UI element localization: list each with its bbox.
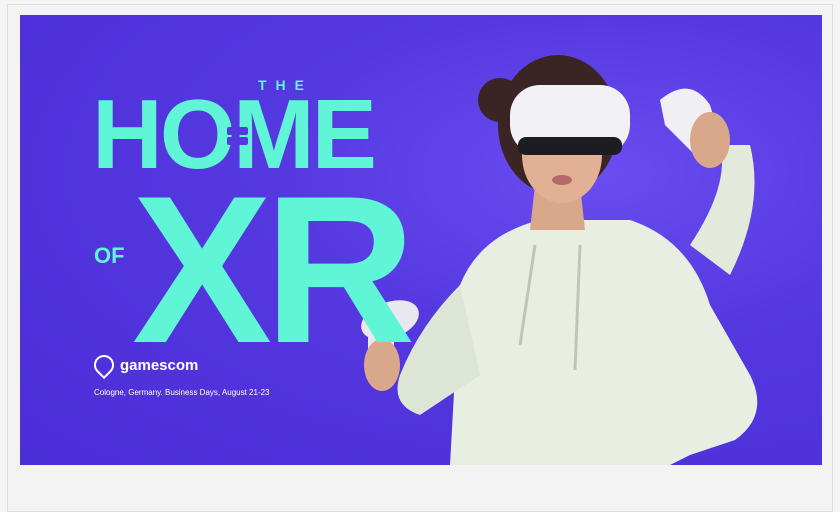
headline-xr: XR <box>132 152 416 387</box>
logo-text: gamescom <box>120 356 199 374</box>
window-icon <box>227 127 248 145</box>
promo-banner: THE HOME OF XR gamescom Cologne, Germany… <box>20 15 822 465</box>
gamescom-logo: gamescom <box>89 350 199 380</box>
event-tagline: Cologne, Germany. Business Days, August … <box>94 388 270 397</box>
gamescom-logo-icon <box>89 350 119 380</box>
headline-of: OF <box>94 243 125 268</box>
